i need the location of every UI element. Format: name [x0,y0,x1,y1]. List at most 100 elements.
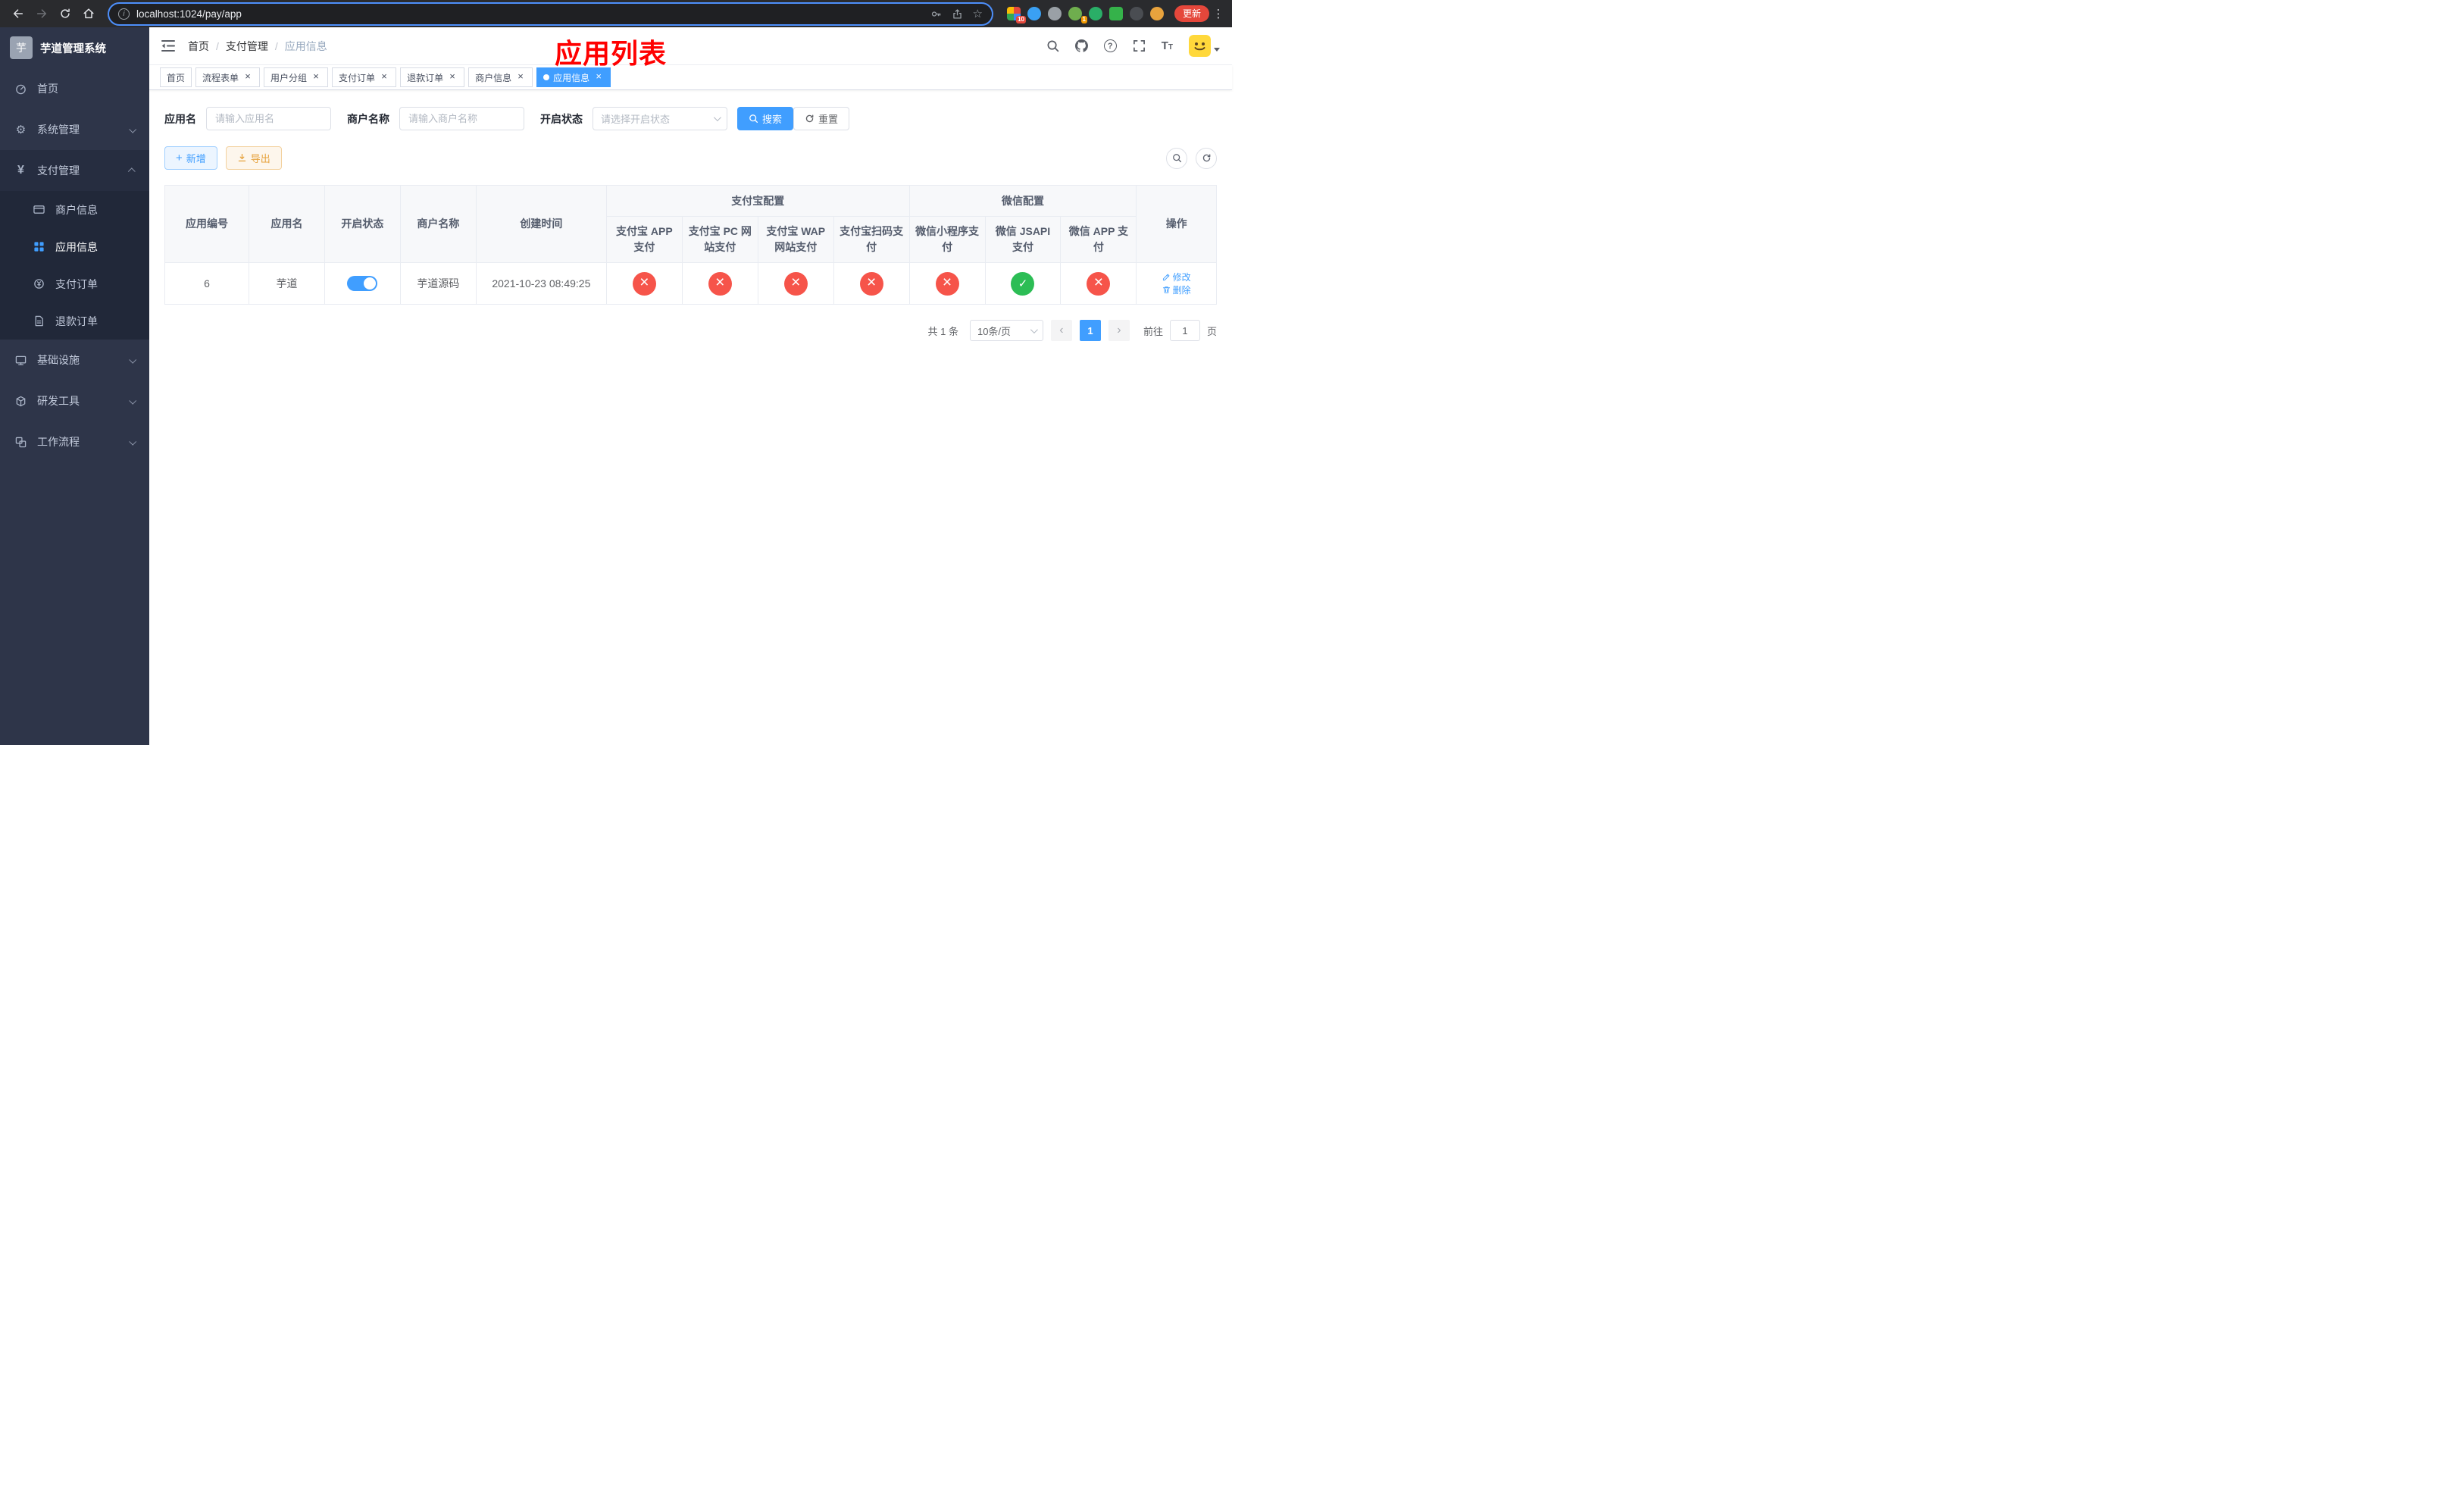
reload-button[interactable] [55,4,75,24]
reset-button[interactable]: 重置 [793,107,850,130]
goto-unit: 页 [1206,325,1217,337]
app-name-input[interactable] [206,107,331,130]
profile-avatar-icon[interactable] [1149,7,1164,20]
extension-icon[interactable] [1088,7,1102,20]
cell-status [324,262,401,305]
back-button[interactable] [8,4,28,24]
column-header: 支付宝 APP 支付 [605,216,683,263]
browser-menu-icon[interactable]: ⋮ [1212,7,1224,20]
chevron-down-icon [129,355,137,364]
dev-tools-icon [14,396,27,407]
close-icon[interactable]: × [242,71,253,83]
home-button[interactable] [78,4,98,24]
prev-page-button[interactable]: ‹ [1050,320,1072,341]
sidebar-item-workflow[interactable]: 工作流程 [0,421,149,462]
forward-button[interactable] [31,4,52,24]
sidebar-item-payment[interactable]: ¥ 支付管理 [0,150,149,191]
address-bar[interactable]: i localhost:1024/pay/app ☆ [109,3,992,24]
next-page-button[interactable]: › [1108,320,1130,341]
extensions-area: 10 1 [1006,7,1164,23]
delete-link[interactable]: 删除 [1162,283,1191,296]
navbar-actions: ? TT [1046,35,1220,57]
close-icon[interactable]: × [447,71,458,83]
close-icon[interactable]: × [311,71,321,83]
export-button[interactable]: 导出 [225,146,282,170]
search-form: 应用名 商户名称 开启状态 请选择开启状态 搜索 重置 [164,107,1217,130]
password-key-icon[interactable] [930,8,942,20]
cell-merchant-name: 芋道源码 [399,262,477,305]
extension-icon[interactable]: 10 [1006,7,1026,23]
sidebar-item-refund-order[interactable]: 退款订单 [0,302,149,340]
sidebar-item-system[interactable]: ⚙ 系统管理 [0,109,149,150]
goto-page-input[interactable] [1169,320,1200,341]
close-icon[interactable]: × [379,71,389,83]
extension-icon[interactable] [1108,7,1123,20]
table-toolbar: + 新增 导出 [164,146,1217,170]
search-button[interactable]: 搜索 [737,107,794,130]
tab-home[interactable]: 首页 [160,67,192,87]
fullscreen-icon[interactable] [1133,39,1146,52]
column-header: 开启状态 [324,185,401,263]
sidebar-item-home[interactable]: 首页 [0,68,149,109]
site-info-icon[interactable]: i [118,8,130,20]
cell-create-time: 2021-10-23 08:49:25 [475,262,607,305]
search-button-label: 搜索 [762,114,783,125]
add-button[interactable]: + 新增 [164,146,217,170]
extension-badge: 10 [1016,16,1026,23]
sidebar-item-merchant-info[interactable]: 商户信息 [0,191,149,228]
status-select[interactable]: 请选择开启状态 [593,107,727,130]
close-icon[interactable]: × [515,71,526,83]
merchant-name-input[interactable] [399,107,524,130]
sidebar-item-infrastructure[interactable]: 基础设施 [0,340,149,380]
page-content: 应用名 商户名称 开启状态 请选择开启状态 搜索 重置 +新增 导出 [149,90,1232,745]
user-avatar[interactable] [1189,35,1220,57]
refresh-button[interactable] [1196,147,1217,169]
refund-doc-icon [33,315,45,327]
pagination: 共 1 条 10条/页 ‹ 1 › 前往 页 [164,320,1217,341]
status-toggle[interactable] [347,276,378,291]
help-icon[interactable]: ? [1103,39,1117,52]
tab-merchant-info[interactable]: 商户信息 × [468,67,533,87]
font-size-icon[interactable]: TT [1162,40,1173,52]
infrastructure-icon [14,355,27,366]
extension-icon[interactable] [1047,7,1062,20]
url-text: localhost:1024/pay/app [136,8,242,20]
browser-update-button[interactable]: 更新 [1174,5,1209,22]
goto-page: 前往 页 [1143,320,1217,341]
sidebar-item-label: 研发工具 [37,395,80,407]
column-header: 微信小程序支付 [908,216,986,263]
tab-user-group[interactable]: 用户分组 × [264,67,329,87]
gear-icon: ⚙ [15,124,27,136]
search-icon[interactable] [1046,39,1059,52]
chevron-down-icon [129,437,137,446]
bookmark-star-icon[interactable]: ☆ [973,8,983,20]
breadcrumb: 首页 支付管理 应用信息 [188,39,327,54]
close-icon[interactable]: × [593,71,604,83]
extension-icon[interactable] [1129,7,1143,20]
github-icon[interactable] [1074,39,1088,52]
sidebar-item-dev-tools[interactable]: 研发工具 [0,380,149,421]
column-header: 创建时间 [475,185,607,263]
app-logo-row[interactable]: 芋 芋道管理系统 [0,27,149,68]
avatar-image [1189,35,1211,57]
dashboard-icon [14,83,27,95]
toggle-search-button[interactable] [1166,147,1187,169]
alipay-wap-status-icon [783,271,808,296]
sidebar-item-pay-order[interactable]: 支付订单 [0,265,149,302]
tab-pay-order[interactable]: 支付订单 × [332,67,397,87]
edit-link[interactable]: 修改 [1162,271,1191,283]
tab-process-form[interactable]: 流程表单 × [195,67,261,87]
toolbar-right [1166,147,1217,169]
page-size-select[interactable]: 10条/页 [969,320,1043,341]
extension-icon[interactable]: 1 [1068,7,1087,23]
breadcrumb-home[interactable]: 首页 [188,39,226,54]
sidebar-collapse-icon[interactable] [161,40,175,52]
page-annotation-title: 应用列表 [554,38,668,69]
yen-icon: ¥ [17,164,24,177]
share-icon[interactable] [952,8,963,20]
breadcrumb-payment[interactable]: 支付管理 [226,39,285,54]
tab-refund-order[interactable]: 退款订单 × [400,67,465,87]
extension-icon[interactable] [1027,7,1041,20]
page-number-1[interactable]: 1 [1079,320,1101,341]
sidebar-item-app-info[interactable]: 应用信息 [0,228,149,265]
